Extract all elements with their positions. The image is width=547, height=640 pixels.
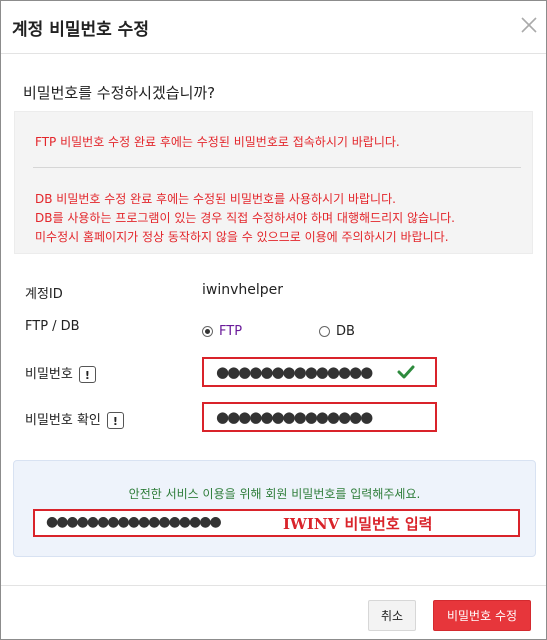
password-confirm-label: 비밀번호 확인! — [25, 409, 124, 429]
notice-divider — [33, 167, 521, 168]
radio-db[interactable]: DB — [319, 324, 355, 339]
radio-ftp[interactable]: FTP — [202, 324, 242, 339]
password-confirm-input[interactable]: ●●●●●●●●●●●●●● — [202, 402, 437, 432]
password-confirm-label-text: 비밀번호 확인 — [25, 413, 101, 428]
notice-db-line: DB 비밀번호 수정 완료 후에는 수정된 비밀번호를 사용하시기 바랍니다. — [35, 192, 396, 206]
radio-db-label: DB — [336, 324, 355, 339]
dialog-title: 계정 비밀번호 수정 — [12, 20, 149, 40]
member-password-annotation: IWINV 비밀번호 입력 — [283, 515, 433, 533]
member-password-hint: 안전한 서비스 이용을 위해 회원 비밀번호를 입력해주세요. — [128, 487, 421, 501]
notice-ftp-line: FTP 비밀번호 수정 완료 후에는 수정된 비밀번호로 접속하시기 바랍니다. — [35, 135, 400, 149]
close-icon[interactable] — [517, 13, 541, 37]
radio-ftp-label: FTP — [219, 324, 243, 339]
notice-db-line: DB를 사용하는 프로그램이 있는 경우 직접 수정하셔야 하며 대행해드리지 … — [35, 211, 455, 225]
notice-box: FTP 비밀번호 수정 완료 후에는 수정된 비밀번호로 접속하시기 바랍니다.… — [14, 111, 533, 254]
info-icon[interactable]: ! — [78, 366, 96, 383]
cancel-button[interactable]: 취소 — [368, 600, 416, 631]
notice-db-line: 미수정시 홈페이지가 정상 동작하지 않을 수 있으므로 이용에 주의하시기 바… — [35, 230, 449, 244]
password-confirm-value: ●●●●●●●●●●●●●● — [216, 408, 373, 426]
password-value: ●●●●●●●●●●●●●● — [216, 363, 373, 381]
member-password-input[interactable]: ●●●●●●●●●●●●●●●●● IWINV 비밀번호 입력 — [33, 509, 520, 537]
password-edit-dialog: 계정 비밀번호 수정 비밀번호를 수정하시겠습니까? FTP 비밀번호 수정 완… — [0, 0, 547, 640]
password-input[interactable]: ●●●●●●●●●●●●●● — [202, 357, 437, 387]
footer-divider — [1, 585, 546, 586]
submit-password-button[interactable]: 비밀번호 수정 — [433, 600, 531, 631]
dialog-header: 계정 비밀번호 수정 — [1, 1, 546, 54]
password-label-text: 비밀번호 — [25, 367, 73, 382]
radio-ftp-dot[interactable] — [202, 326, 213, 337]
radio-db-dot[interactable] — [319, 326, 330, 337]
info-icon[interactable]: ! — [106, 412, 124, 429]
check-icon — [397, 365, 415, 379]
account-id-label: 계정ID — [25, 287, 63, 302]
type-label: FTP / DB — [25, 319, 80, 334]
member-password-value: ●●●●●●●●●●●●●●●●● — [46, 514, 222, 530]
account-id-value: iwinvhelper — [202, 282, 284, 298]
member-password-panel: 안전한 서비스 이용을 위해 회원 비밀번호를 입력해주세요. ●●●●●●●●… — [13, 460, 536, 557]
confirm-question: 비밀번호를 수정하시겠습니까? — [23, 84, 216, 102]
password-label: 비밀번호! — [25, 363, 96, 383]
